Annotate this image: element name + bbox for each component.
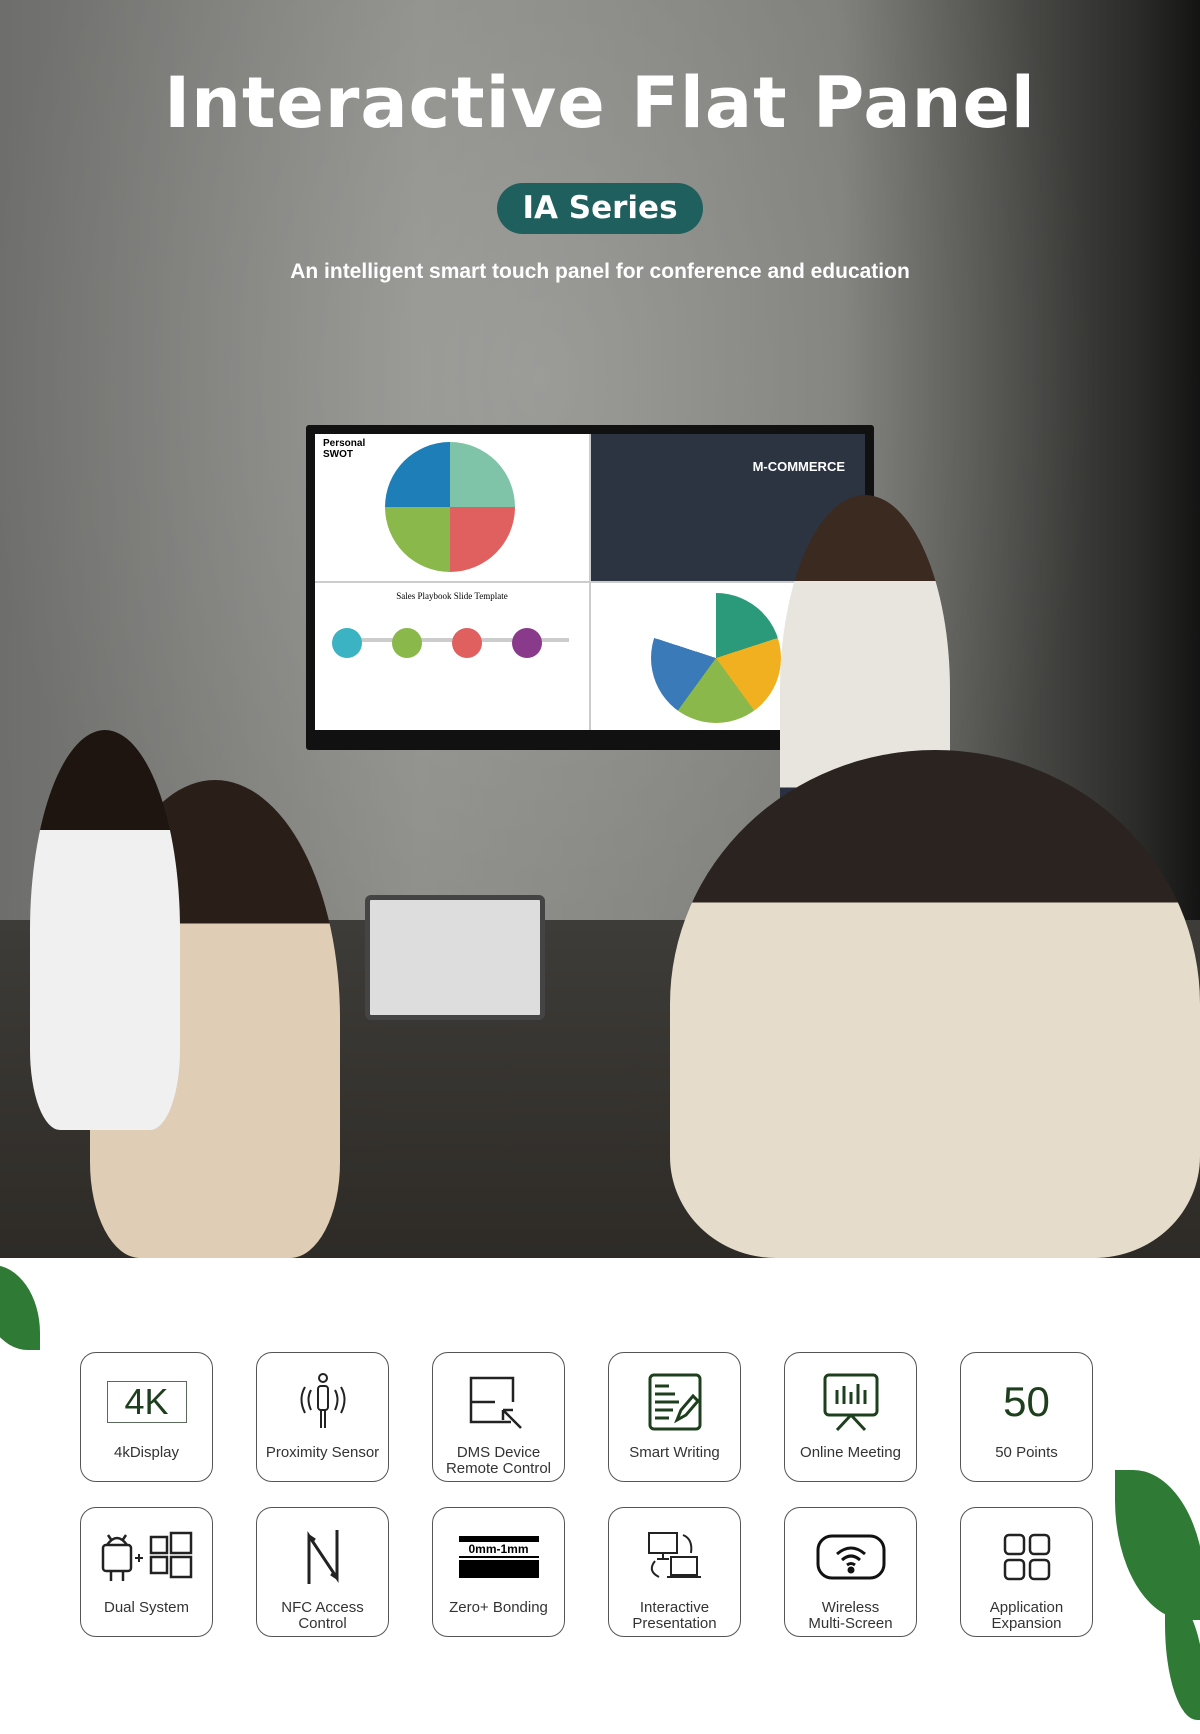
swot-slide: Personal SWOT bbox=[315, 434, 589, 581]
online-meeting-icon bbox=[821, 1371, 881, 1433]
zero-bonding-icon: 0mm-1mm bbox=[458, 1526, 539, 1588]
playbook-slide: Sales Playbook Slide Template bbox=[315, 583, 589, 730]
proximity-sensor-icon bbox=[293, 1371, 353, 1433]
feature-label: Online Meeting bbox=[800, 1444, 901, 1461]
step-dot bbox=[452, 628, 482, 658]
feature-dms-remote-control: DMS Device Remote Control bbox=[432, 1352, 565, 1482]
feature-label: Application Expansion bbox=[989, 1599, 1064, 1632]
feature-label: Dual System bbox=[103, 1599, 190, 1616]
feature-nfc-access: NFC Access Control bbox=[256, 1507, 389, 1637]
50-points-icon: 50 bbox=[1003, 1378, 1050, 1425]
attendee-right bbox=[670, 750, 1200, 1258]
feature-50-points: 50 50 Points bbox=[960, 1352, 1093, 1482]
step-dot bbox=[512, 628, 542, 658]
feature-label: Interactive Presentation bbox=[632, 1599, 717, 1632]
nfc-icon bbox=[303, 1526, 343, 1588]
4k-icon: 4K bbox=[106, 1371, 187, 1433]
android-windows-icon bbox=[99, 1526, 195, 1588]
hero-photo: Personal SWOT M-COMMERCE Sales Playbook … bbox=[0, 0, 1200, 1258]
supply-chain-chart bbox=[651, 593, 781, 723]
swot-pie bbox=[385, 442, 515, 572]
feature-application-expansion: Application Expansion bbox=[960, 1507, 1093, 1637]
page-subtitle: An intelligent smart touch panel for con… bbox=[290, 260, 910, 283]
laptop-left bbox=[365, 895, 545, 1020]
feature-label: Wireless Multi-Screen bbox=[808, 1599, 893, 1632]
feature-dual-system: Dual System bbox=[80, 1507, 213, 1637]
mcommerce-title: M-COMMERCE bbox=[752, 459, 845, 474]
feature-4k-display: 4K 4kDisplay bbox=[80, 1352, 213, 1482]
feature-label: Proximity Sensor bbox=[265, 1444, 380, 1461]
attendee-back bbox=[30, 730, 180, 1130]
feature-label: Smart Writing bbox=[629, 1444, 720, 1461]
page-title: Interactive Flat Panel bbox=[164, 62, 1036, 144]
feature-smart-writing: Smart Writing bbox=[608, 1352, 741, 1482]
feature-online-meeting: Online Meeting bbox=[784, 1352, 917, 1482]
feature-zero-bonding: 0mm-1mm Zero+ Bonding bbox=[432, 1507, 565, 1637]
series-badge: IA Series bbox=[497, 183, 703, 234]
leaf-decoration bbox=[0, 1265, 40, 1350]
remote-control-icon bbox=[467, 1371, 531, 1433]
interactive-presentation-icon bbox=[645, 1526, 705, 1588]
feature-label: 4kDisplay bbox=[113, 1444, 180, 1461]
step-dot bbox=[332, 628, 362, 658]
swot-title: Personal SWOT bbox=[323, 438, 366, 460]
step-dot bbox=[392, 628, 422, 658]
feature-label: DMS Device Remote Control bbox=[445, 1444, 552, 1477]
feature-label: NFC Access Control bbox=[281, 1599, 364, 1632]
feature-label: Zero+ Bonding bbox=[449, 1599, 548, 1616]
wireless-icon bbox=[815, 1526, 887, 1588]
feature-interactive-presentation: Interactive Presentation bbox=[608, 1507, 741, 1637]
app-grid-icon bbox=[1002, 1526, 1052, 1588]
feature-grid: 4K 4kDisplay Proximity Sensor DMS Device… bbox=[80, 1352, 1094, 1637]
leaf-decoration bbox=[1115, 1470, 1200, 1620]
feature-wireless-multiscreen: Wireless Multi-Screen bbox=[784, 1507, 917, 1637]
feature-label: 50 Points bbox=[995, 1444, 1058, 1461]
feature-proximity-sensor: Proximity Sensor bbox=[256, 1352, 389, 1482]
playbook-title: Sales Playbook Slide Template bbox=[396, 591, 508, 601]
smart-writing-icon bbox=[647, 1371, 703, 1433]
